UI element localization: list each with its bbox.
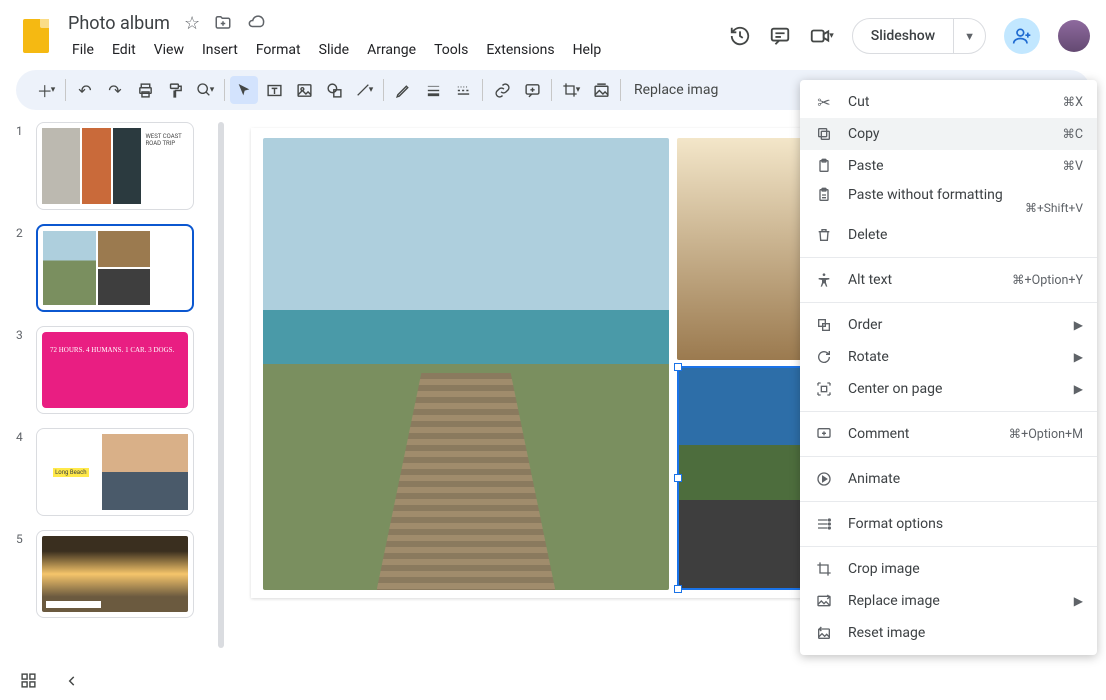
slide-number: 2 <box>16 224 28 312</box>
menu-extensions[interactable]: Extensions <box>478 38 562 62</box>
menu-slide[interactable]: Slide <box>311 38 357 62</box>
mask-button[interactable] <box>587 76 615 104</box>
slide-thumbnail[interactable]: 1 WEST COAST ROAD TRIP <box>16 122 218 210</box>
crop-icon <box>814 561 834 577</box>
undo-button[interactable]: ↶ <box>71 76 99 104</box>
history-icon[interactable] <box>729 25 751 47</box>
format-options-icon <box>814 516 834 532</box>
menu-format[interactable]: Format <box>248 38 309 62</box>
replace-image-toolbar[interactable]: Replace imag <box>626 82 726 98</box>
footer <box>0 660 1106 700</box>
slide-number: 4 <box>16 428 28 516</box>
account-avatar[interactable] <box>1058 20 1090 52</box>
redo-button[interactable]: ↷ <box>101 76 129 104</box>
slide-number: 1 <box>16 122 28 210</box>
cloud-status-icon[interactable] <box>246 13 266 34</box>
slideshow-button-group: Slideshow ▼ <box>852 18 986 54</box>
submenu-arrow-icon: ▶ <box>1074 318 1083 332</box>
ctx-format-options[interactable]: Format options <box>800 508 1097 540</box>
slides-logo[interactable] <box>16 16 56 56</box>
slide-thumbnail[interactable]: 3 72 HOURS. 4 HUMANS. 1 CAR. 3 DOGS. <box>16 326 218 414</box>
document-title[interactable]: Photo album <box>64 11 174 36</box>
textbox-tool[interactable] <box>260 76 288 104</box>
ctx-rotate[interactable]: Rotate ▶ <box>800 341 1097 373</box>
image-tool[interactable] <box>290 76 318 104</box>
cut-icon: ✂ <box>814 93 834 112</box>
center-icon <box>814 381 834 397</box>
comment-icon <box>814 426 834 442</box>
menu-insert[interactable]: Insert <box>194 38 246 62</box>
new-slide-button[interactable]: ＋▾ <box>32 76 60 104</box>
paste-plain-icon <box>814 187 834 203</box>
reset-image-icon <box>814 625 834 641</box>
ctx-delete[interactable]: Delete <box>800 219 1097 251</box>
ctx-replace-image[interactable]: Replace image ▶ <box>800 585 1097 617</box>
shape-tool[interactable] <box>320 76 348 104</box>
submenu-arrow-icon: ▶ <box>1074 382 1083 396</box>
border-dash-button[interactable] <box>449 76 477 104</box>
submenu-arrow-icon: ▶ <box>1074 594 1083 608</box>
slides-panel[interactable]: 1 WEST COAST ROAD TRIP 2 3 72 HOURS. 4 H… <box>0 110 218 660</box>
replace-image-icon <box>814 593 834 609</box>
copy-icon <box>814 126 834 142</box>
add-comment-button[interactable] <box>518 76 546 104</box>
ctx-copy[interactable]: Copy ⌘C <box>800 118 1097 150</box>
slide-thumbnail[interactable]: 4 Long Beach <box>16 428 218 516</box>
ctx-order[interactable]: Order ▶ <box>800 309 1097 341</box>
menu-bar: File Edit View Insert Format Slide Arran… <box>64 38 729 62</box>
star-icon[interactable]: ☆ <box>184 13 200 34</box>
slide-thumbnail[interactable]: 2 <box>16 224 218 312</box>
paste-icon <box>814 158 834 174</box>
slideshow-button[interactable]: Slideshow <box>853 19 953 53</box>
submenu-arrow-icon: ▶ <box>1074 350 1083 364</box>
ctx-center-on-page[interactable]: Center on page ▶ <box>800 373 1097 405</box>
crop-button[interactable]: ▾ <box>557 76 585 104</box>
ctx-paste[interactable]: Paste ⌘V <box>800 150 1097 182</box>
slide-number: 5 <box>16 530 28 618</box>
context-menu: ✂ Cut ⌘X Copy ⌘C Paste ⌘V Paste without … <box>800 80 1097 655</box>
print-button[interactable] <box>131 76 159 104</box>
chevron-down-icon: ▾ <box>829 31 834 41</box>
ctx-comment[interactable]: Comment ⌘+Option+M <box>800 418 1097 450</box>
meet-icon[interactable]: ▾ <box>809 25 834 47</box>
ctx-alt-text[interactable]: Alt text ⌘+Option+Y <box>800 264 1097 296</box>
collapse-panel-icon[interactable] <box>65 674 79 688</box>
menu-edit[interactable]: Edit <box>104 38 144 62</box>
delete-icon <box>814 227 834 243</box>
app-header: Photo album ☆ File Edit View Insert Form… <box>0 0 1106 64</box>
select-tool[interactable] <box>230 76 258 104</box>
share-button[interactable] <box>1004 18 1040 54</box>
ctx-shortcut-label: ⌘+Shift+V <box>800 201 1097 215</box>
line-tool[interactable]: ▾ <box>350 76 378 104</box>
grid-view-icon[interactable] <box>20 672 37 689</box>
slide-thumbnail[interactable]: 5 <box>16 530 218 618</box>
border-weight-button[interactable] <box>419 76 447 104</box>
zoom-button[interactable]: ▾ <box>191 76 219 104</box>
order-icon <box>814 317 834 333</box>
ctx-reset-image[interactable]: Reset image <box>800 617 1097 649</box>
ctx-crop-image[interactable]: Crop image <box>800 553 1097 585</box>
image-boardwalk[interactable] <box>263 138 669 590</box>
accessibility-icon <box>814 272 834 288</box>
comments-icon[interactable] <box>769 25 791 47</box>
animate-icon <box>814 471 834 487</box>
menu-arrange[interactable]: Arrange <box>359 38 424 62</box>
paint-format-button[interactable] <box>161 76 189 104</box>
ctx-cut[interactable]: ✂ Cut ⌘X <box>800 86 1097 118</box>
border-color-button[interactable] <box>389 76 417 104</box>
rotate-icon <box>814 349 834 365</box>
move-icon[interactable] <box>214 13 232 34</box>
slideshow-dropdown[interactable]: ▼ <box>953 19 985 53</box>
menu-tools[interactable]: Tools <box>426 38 476 62</box>
menu-help[interactable]: Help <box>565 38 610 62</box>
slide-number: 3 <box>16 326 28 414</box>
link-button[interactable] <box>488 76 516 104</box>
ctx-animate[interactable]: Animate <box>800 463 1097 495</box>
menu-file[interactable]: File <box>64 38 102 62</box>
scrollbar[interactable] <box>218 122 224 648</box>
menu-view[interactable]: View <box>146 38 192 62</box>
